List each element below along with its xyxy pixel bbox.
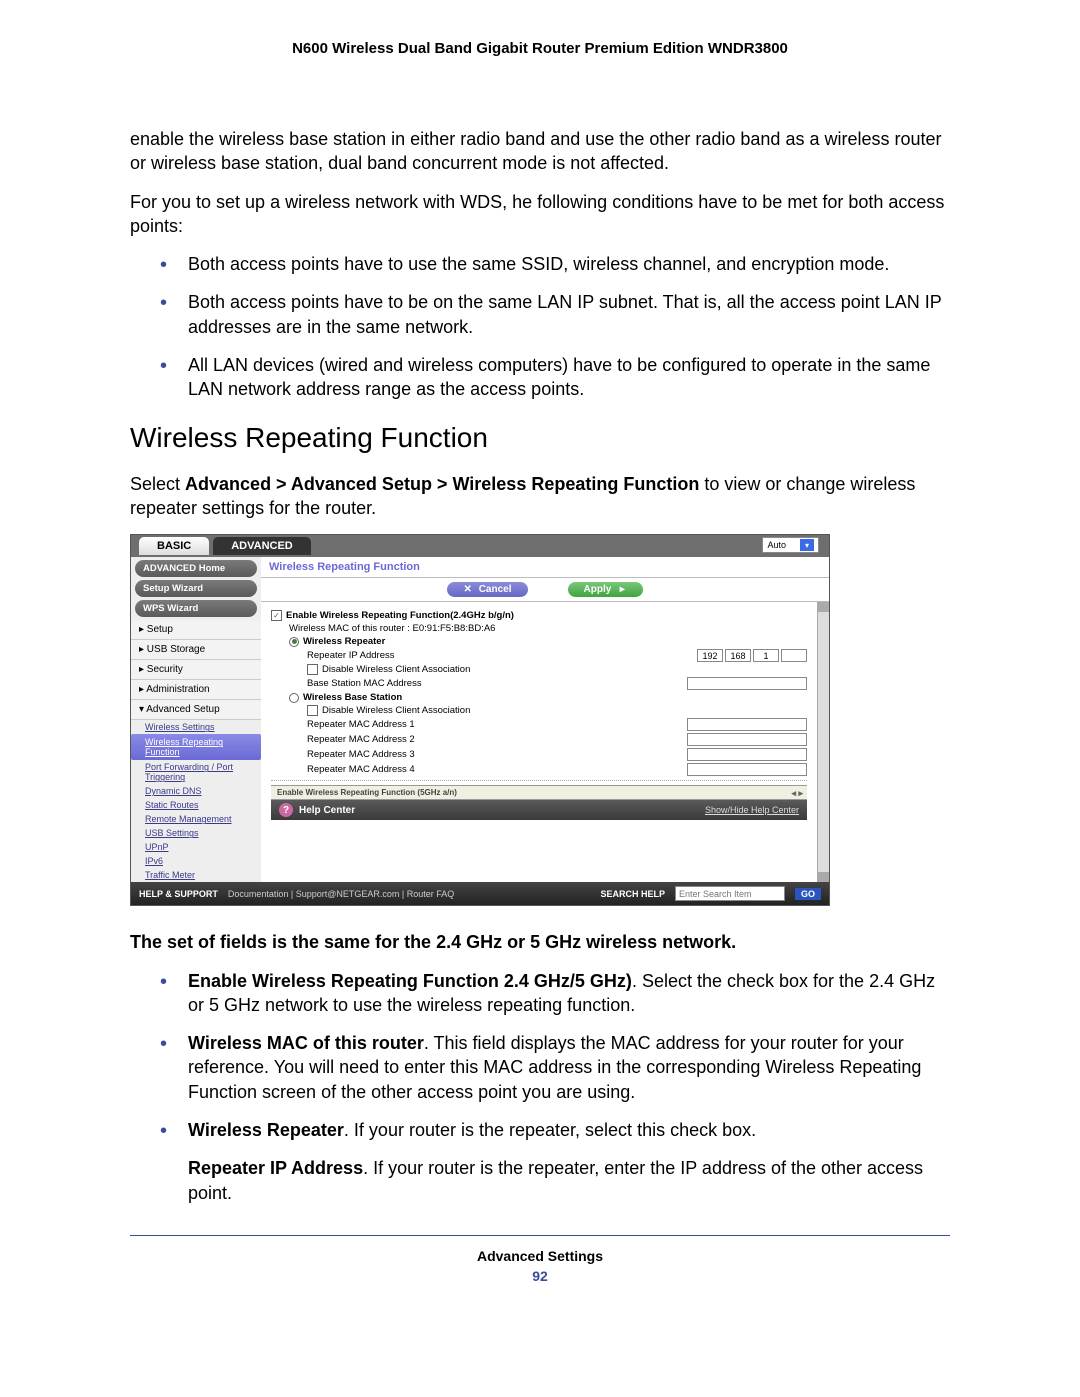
field-bullet-2: Wireless MAC of this router. This field … xyxy=(160,1031,950,1104)
lang-dropdown-label: Auto xyxy=(767,540,786,550)
sidebar-sub-upnp[interactable]: UPnP xyxy=(131,840,261,854)
lang-dropdown[interactable]: Auto ▾ xyxy=(762,537,819,553)
sidebar-sub-ipv6[interactable]: IPv6 xyxy=(131,854,261,868)
ip-octet-1[interactable] xyxy=(697,649,723,662)
disable-client-assoc-2-checkbox[interactable] xyxy=(307,705,318,716)
repeater-mac-3-input[interactable] xyxy=(687,748,807,761)
sidebar-sub-remote-management[interactable]: Remote Management xyxy=(131,812,261,826)
help-center-bar[interactable]: ? Help Center Show/Hide Help Center xyxy=(271,800,807,820)
enable-repeating-checkbox[interactable]: ✓ xyxy=(271,610,282,621)
go-button[interactable]: GO xyxy=(795,888,821,900)
disable-client-assoc-checkbox[interactable] xyxy=(307,664,318,675)
repeater-ip-input[interactable] xyxy=(697,649,807,662)
wireless-repeater-radio[interactable] xyxy=(289,637,299,647)
sidebar-item-security[interactable]: ▸ Security xyxy=(131,660,261,680)
ip-octet-4[interactable] xyxy=(781,649,807,662)
footer-bar: HELP & SUPPORT Documentation | Support@N… xyxy=(131,882,829,905)
sidebar-sub-traffic-meter[interactable]: Traffic Meter xyxy=(131,868,261,882)
sidebar: ADVANCED Home Setup Wizard WPS Wizard ▸ … xyxy=(131,557,261,882)
sidebar-item-advanced-setup[interactable]: ▾ Advanced Setup xyxy=(131,700,261,720)
footer-links[interactable]: Documentation | Support@NETGEAR.com | Ro… xyxy=(228,889,454,899)
disable-client-assoc-2-label: Disable Wireless Client Association xyxy=(322,705,470,716)
field-bullets: Enable Wireless Repeating Function 2.4 G… xyxy=(160,969,950,1205)
main-panel: Wireless Repeating Function ✕ Cancel App… xyxy=(261,557,829,882)
repeater-mac-2-input[interactable] xyxy=(687,733,807,746)
cancel-button[interactable]: ✕ Cancel xyxy=(447,582,528,597)
apply-button[interactable]: Apply ▸ xyxy=(568,582,644,597)
chevron-right-icon: ▸ xyxy=(617,584,627,595)
search-help-input[interactable] xyxy=(675,886,785,901)
help-center-label: Help Center xyxy=(299,805,355,816)
apply-label: Apply xyxy=(584,584,612,595)
repeater-mac-1-label: Repeater MAC Address 1 xyxy=(307,719,415,730)
sidebar-item-administration[interactable]: ▸ Administration xyxy=(131,680,261,700)
sidebar-sub-wireless-settings[interactable]: Wireless Settings xyxy=(131,720,261,734)
intro-bullet-3: All LAN devices (wired and wireless comp… xyxy=(160,353,950,402)
horizontal-scroll-icon[interactable]: ◂ ▸ xyxy=(791,788,803,799)
fields-note: The set of fields is the same for the 2.… xyxy=(130,930,950,954)
help-icon: ? xyxy=(279,803,293,817)
intro-bullet-1: Both access points have to use the same … xyxy=(160,252,950,276)
repeater-mac-1-input[interactable] xyxy=(687,718,807,731)
repeater-ip-sublabel: Repeater IP Address xyxy=(188,1158,363,1178)
page-footer-label: Advanced Settings xyxy=(130,1248,950,1264)
base-station-mac-input[interactable] xyxy=(687,677,807,690)
wireless-base-station-radio[interactable] xyxy=(289,693,299,703)
repeater-mac-4-input[interactable] xyxy=(687,763,807,776)
close-icon: ✕ xyxy=(463,584,473,595)
repeater-mac-3-label: Repeater MAC Address 3 xyxy=(307,749,415,760)
router-admin-screenshot: BASIC ADVANCED Auto ▾ ADVANCED Home Setu… xyxy=(130,534,830,906)
repeater-mac-4-label: Repeater MAC Address 4 xyxy=(307,764,415,775)
field-bullet-1: Enable Wireless Repeating Function 2.4 G… xyxy=(160,969,950,1018)
help-support-label: HELP & SUPPORT xyxy=(139,889,218,899)
wireless-repeater-label: Wireless Repeater xyxy=(303,636,385,647)
field-bullet-3: Wireless Repeater. If your router is the… xyxy=(160,1118,950,1205)
doc-header: N600 Wireless Dual Band Gigabit Router P… xyxy=(130,40,950,57)
intro-bullet-2: Both access points have to be on the sam… xyxy=(160,290,950,339)
router-mac-label: Wireless MAC of this router : E0:91:F5:B… xyxy=(271,623,807,634)
repeater-ip-label: Repeater IP Address xyxy=(307,650,395,661)
sidebar-advanced-home[interactable]: ADVANCED Home xyxy=(135,560,257,577)
sidebar-sub-wireless-repeating[interactable]: Wireless Repeating Function xyxy=(131,734,261,760)
intro-paragraph-2: For you to set up a wireless network wit… xyxy=(130,190,950,239)
sidebar-item-usb-storage[interactable]: ▸ USB Storage xyxy=(131,640,261,660)
intro-bullets: Both access points have to use the same … xyxy=(160,252,950,401)
page-divider xyxy=(130,1235,950,1236)
repeater-mac-2-label: Repeater MAC Address 2 xyxy=(307,734,415,745)
search-help-label: SEARCH HELP xyxy=(600,889,665,899)
base-station-mac-label: Base Station MAC Address xyxy=(307,678,422,689)
sidebar-wps-wizard[interactable]: WPS Wizard xyxy=(135,600,257,617)
sidebar-item-setup[interactable]: ▸ Setup xyxy=(131,620,261,640)
section-description: Select Advanced > Advanced Setup > Wirel… xyxy=(130,472,950,521)
scroll-up-icon[interactable] xyxy=(818,602,829,612)
chevron-down-icon: ▾ xyxy=(800,539,814,551)
sidebar-sub-port-forwarding[interactable]: Port Forwarding / Port Triggering xyxy=(131,760,261,784)
panel-title: Wireless Repeating Function xyxy=(261,557,829,578)
toggle-help-link[interactable]: Show/Hide Help Center xyxy=(705,805,799,815)
intro-paragraph-1: enable the wireless base station in eith… xyxy=(130,127,950,176)
desc-pre: Select xyxy=(130,474,185,494)
wireless-base-station-label: Wireless Base Station xyxy=(303,692,402,703)
sidebar-sub-dynamic-dns[interactable]: Dynamic DNS xyxy=(131,784,261,798)
ip-octet-3[interactable] xyxy=(753,649,779,662)
vertical-scrollbar[interactable] xyxy=(817,602,829,882)
scroll-down-icon[interactable] xyxy=(818,872,829,882)
section-heading: Wireless Repeating Function xyxy=(130,422,950,454)
sidebar-setup-wizard[interactable]: Setup Wizard xyxy=(135,580,257,597)
page-number: 92 xyxy=(130,1268,950,1284)
sidebar-sub-usb-settings[interactable]: USB Settings xyxy=(131,826,261,840)
tab-basic[interactable]: BASIC xyxy=(139,537,209,555)
cancel-label: Cancel xyxy=(479,584,512,595)
disable-client-assoc-label: Disable Wireless Client Association xyxy=(322,664,470,675)
desc-path: Advanced > Advanced Setup > Wireless Rep… xyxy=(185,474,699,494)
scroll-cutoff-row: Enable Wireless Repeating Function (5GHz… xyxy=(271,785,807,800)
enable-repeating-label: Enable Wireless Repeating Function(2.4GH… xyxy=(286,610,514,621)
tab-advanced[interactable]: ADVANCED xyxy=(213,537,311,555)
sidebar-sub-static-routes[interactable]: Static Routes xyxy=(131,798,261,812)
ip-octet-2[interactable] xyxy=(725,649,751,662)
